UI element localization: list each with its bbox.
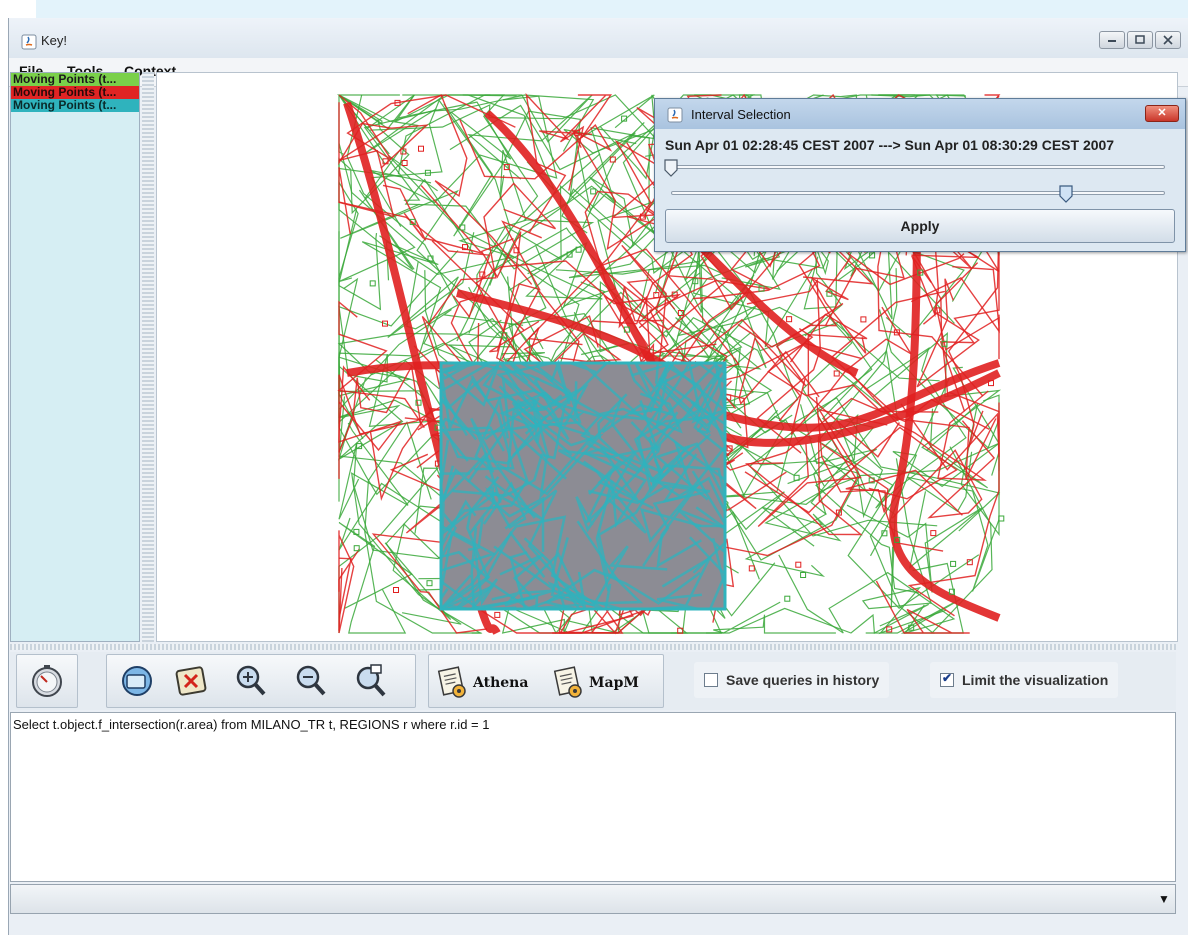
tool-group-view xyxy=(106,654,416,708)
athena-button[interactable]: Athena xyxy=(435,663,528,703)
layer-item[interactable]: Moving Points (t... xyxy=(11,86,139,99)
layer-list: Moving Points (t... Moving Points (t... … xyxy=(10,72,140,642)
end-time-slider[interactable] xyxy=(671,185,1165,203)
close-icon xyxy=(1163,35,1173,45)
maximize-icon xyxy=(1135,35,1145,44)
apply-button[interactable]: Apply xyxy=(665,209,1175,243)
tool-group-time xyxy=(16,654,78,708)
close-icon: ✕ xyxy=(1157,107,1167,119)
zoom-in-icon[interactable] xyxy=(231,661,271,701)
slider-track xyxy=(671,191,1165,195)
java-app-icon xyxy=(21,34,37,50)
toolbar: Athena MapM Save queries in history Limi… xyxy=(10,652,1176,710)
map-layer-icon[interactable] xyxy=(117,661,157,701)
clear-map-icon[interactable] xyxy=(171,661,211,701)
top-backdrop-band xyxy=(36,0,1188,18)
dialog-title-bar[interactable]: Interval Selection ✕ xyxy=(655,99,1185,129)
slider-thumb-icon[interactable] xyxy=(1059,185,1073,203)
clock-icon[interactable] xyxy=(27,661,67,701)
mapm-button[interactable]: MapM xyxy=(551,663,639,703)
minimize-button[interactable] xyxy=(1099,31,1125,49)
close-button[interactable] xyxy=(1155,31,1181,49)
horizontal-splitter[interactable] xyxy=(10,644,1176,650)
zoom-extent-icon[interactable] xyxy=(351,661,391,701)
vertical-splitter[interactable] xyxy=(142,72,154,642)
selected-region[interactable] xyxy=(438,358,727,611)
start-time-slider[interactable] xyxy=(664,159,1165,177)
tool-group-engines: Athena MapM xyxy=(428,654,664,708)
save-queries-label: Save queries in history xyxy=(726,672,880,688)
athena-label: Athena xyxy=(473,675,529,691)
mapm-label: MapM xyxy=(589,675,639,691)
window-controls xyxy=(1099,31,1181,49)
slider-track xyxy=(671,165,1165,169)
maximize-button[interactable] xyxy=(1127,31,1153,49)
limit-visualization-checkbox[interactable] xyxy=(940,671,954,687)
save-queries-checkbox[interactable] xyxy=(704,673,718,687)
dialog-title: Interval Selection xyxy=(691,107,791,122)
query-history-combo[interactable]: ▼ xyxy=(10,884,1176,914)
limit-visualization-option[interactable]: Limit the visualization xyxy=(930,662,1119,698)
minimize-icon xyxy=(1108,40,1116,42)
top-backdrop xyxy=(0,0,1188,18)
interval-range-text: Sun Apr 01 02:28:45 CEST 2007 ---> Sun A… xyxy=(665,137,1115,153)
dropdown-arrow-icon[interactable]: ▼ xyxy=(1153,885,1175,913)
window-title: Key! xyxy=(41,33,68,48)
limit-visualization-label: Limit the visualization xyxy=(962,672,1109,688)
interval-selection-dialog: Interval Selection ✕ Sun Apr 01 02:28:45… xyxy=(654,98,1186,252)
query-editor[interactable]: Select t.object.f_intersection(r.area) f… xyxy=(10,712,1176,882)
slider-thumb-icon[interactable] xyxy=(664,159,678,177)
zoom-out-icon[interactable] xyxy=(291,661,331,701)
document-gear-icon xyxy=(437,666,466,698)
java-app-icon xyxy=(667,107,683,123)
layer-item[interactable]: Moving Points (t... xyxy=(11,99,139,112)
title-bar[interactable]: Key! xyxy=(9,18,1188,59)
save-queries-option[interactable]: Save queries in history xyxy=(694,662,890,698)
dialog-close-button[interactable]: ✕ xyxy=(1145,105,1179,122)
layer-item[interactable]: Moving Points (t... xyxy=(11,73,139,86)
document-gear-icon xyxy=(553,666,582,698)
